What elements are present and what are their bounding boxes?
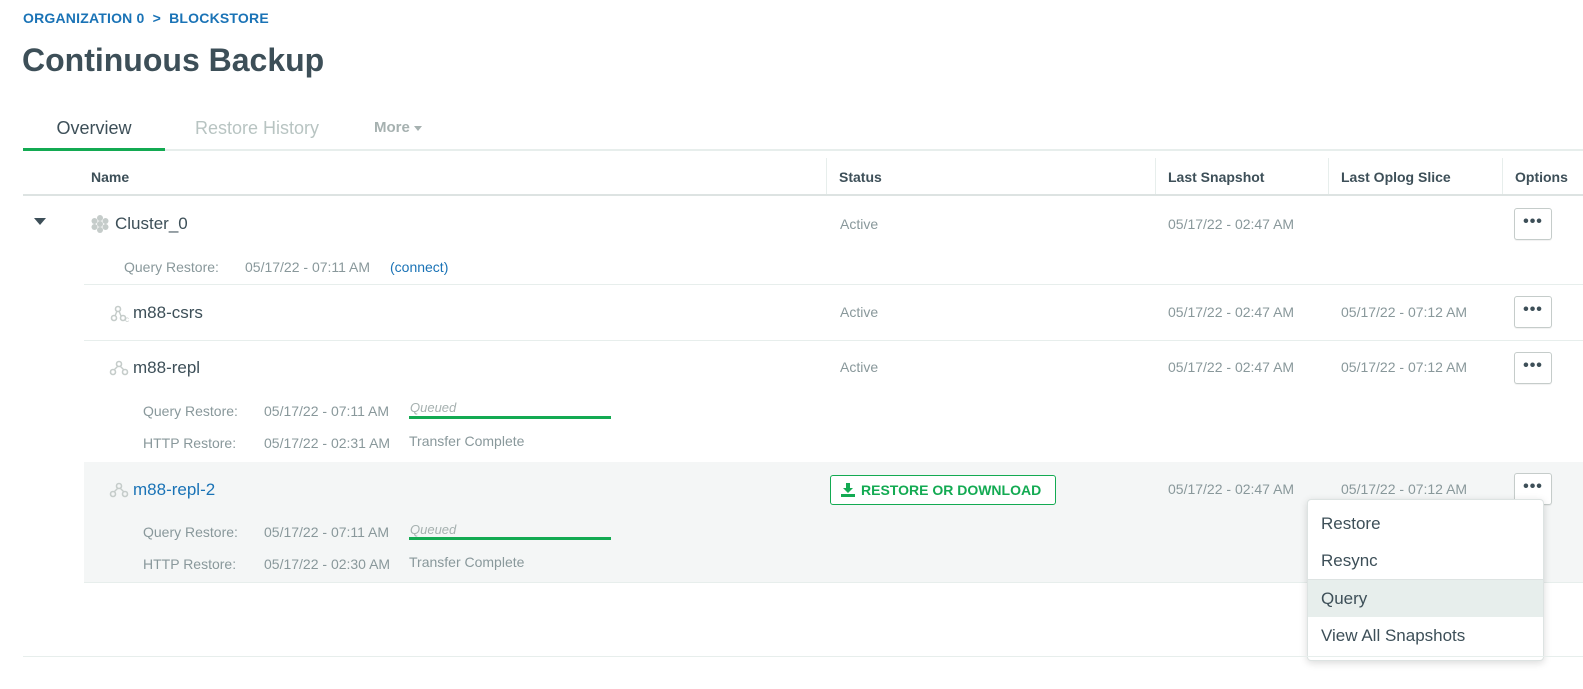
column-header-status[interactable]: Status xyxy=(826,158,882,194)
caret-down-icon xyxy=(413,125,422,131)
query-restore-progress-bar xyxy=(409,416,611,419)
restore-or-download-button[interactable]: RESTORE OR DOWNLOAD xyxy=(830,475,1056,505)
column-header-options: Options xyxy=(1502,158,1568,194)
column-header-last-snapshot[interactable]: Last Snapshot xyxy=(1155,158,1264,194)
column-header-name[interactable]: Name xyxy=(79,158,129,194)
page-title: Continuous Backup xyxy=(22,42,325,78)
replica-set-icon xyxy=(109,482,129,498)
replica-set-status: Active xyxy=(840,359,879,375)
http-restore-label: HTTP Restore: xyxy=(143,556,237,572)
row-divider xyxy=(84,284,1583,285)
cluster-name[interactable]: Cluster_0 xyxy=(115,214,188,234)
menu-item-query[interactable]: Query xyxy=(1308,580,1543,617)
replica-set-last-oplog: 05/17/22 - 07:12 AM xyxy=(1341,359,1468,375)
options-button[interactable]: ••• xyxy=(1514,296,1552,328)
options-button[interactable]: ••• xyxy=(1514,352,1552,384)
tab-more-label: More xyxy=(374,119,410,136)
tab-restore-history[interactable]: Restore History xyxy=(195,108,319,151)
footer-divider xyxy=(23,656,1583,657)
http-restore-time: 05/17/22 - 02:31 AM xyxy=(264,435,391,451)
cluster-last-snapshot: 05/17/22 - 02:47 AM xyxy=(1168,216,1295,232)
replica-set-last-snapshot: 05/17/22 - 02:47 AM xyxy=(1168,359,1295,375)
http-restore-status: Transfer Complete xyxy=(409,433,525,449)
svg-text:c: c xyxy=(125,315,129,322)
replica-set-last-oplog: 05/17/22 - 07:12 AM xyxy=(1341,304,1468,320)
connect-link[interactable]: (connect) xyxy=(390,259,448,275)
cluster-icon xyxy=(91,215,109,233)
replica-set-last-snapshot: 05/17/22 - 02:47 AM xyxy=(1168,481,1295,497)
query-restore-time: 05/17/22 - 07:11 AM xyxy=(264,403,390,419)
tab-bar: Overview Restore History More xyxy=(23,108,1583,151)
table-header: Name Status Last Snapshot Last Oplog Sli… xyxy=(23,158,1583,196)
replica-set-last-oplog: 05/17/22 - 07:12 AM xyxy=(1341,481,1468,497)
breadcrumb-org-link[interactable]: ORGANIZATION 0 xyxy=(23,10,145,26)
replica-set-name-link[interactable]: m88-repl-2 xyxy=(133,480,215,500)
query-restore-time: 05/17/22 - 07:11 AM xyxy=(264,524,390,540)
query-restore-progress-bar xyxy=(409,537,611,540)
row-divider xyxy=(84,340,1583,341)
replica-set-status: Active xyxy=(840,304,879,320)
http-restore-time: 05/17/22 - 02:30 AM xyxy=(264,556,391,572)
replica-set-icon xyxy=(109,360,129,376)
query-restore-label: Query Restore: xyxy=(124,259,219,275)
menu-item-resync[interactable]: Resync xyxy=(1308,542,1543,579)
download-icon xyxy=(841,483,855,497)
replica-set-name[interactable]: m88-repl xyxy=(133,358,200,378)
breadcrumb: ORGANIZATION 0 > BLOCKSTORE xyxy=(23,10,273,26)
column-header-last-oplog[interactable]: Last Oplog Slice xyxy=(1328,158,1451,194)
tab-more-dropdown[interactable]: More xyxy=(374,108,422,151)
restore-or-download-label: RESTORE OR DOWNLOAD xyxy=(861,482,1042,498)
replica-set-last-snapshot: 05/17/22 - 02:47 AM xyxy=(1168,304,1295,320)
query-restore-time: 05/17/22 - 07:11 AM xyxy=(245,259,371,275)
replica-set-name[interactable]: m88-csrs xyxy=(133,303,203,323)
options-button[interactable]: ••• xyxy=(1514,208,1552,240)
query-restore-label: Query Restore: xyxy=(143,403,238,419)
tab-overview[interactable]: Overview xyxy=(23,108,165,151)
query-restore-status: Queued xyxy=(410,522,457,537)
query-restore-label: Query Restore: xyxy=(143,524,238,540)
breadcrumb-project-link[interactable]: BLOCKSTORE xyxy=(169,10,269,26)
cluster-status: Active xyxy=(840,216,879,232)
config-replica-icon: c xyxy=(110,305,129,322)
breadcrumb-separator: > xyxy=(152,10,162,26)
query-restore-status: Queued xyxy=(410,400,457,415)
menu-item-restore[interactable]: Restore xyxy=(1308,505,1543,542)
options-menu: Restore Resync Query View All Snapshots xyxy=(1307,499,1544,661)
menu-item-view-all-snapshots[interactable]: View All Snapshots xyxy=(1308,617,1543,654)
http-restore-label: HTTP Restore: xyxy=(143,435,237,451)
http-restore-status: Transfer Complete xyxy=(409,554,525,570)
collapse-caret-icon[interactable] xyxy=(34,218,46,225)
